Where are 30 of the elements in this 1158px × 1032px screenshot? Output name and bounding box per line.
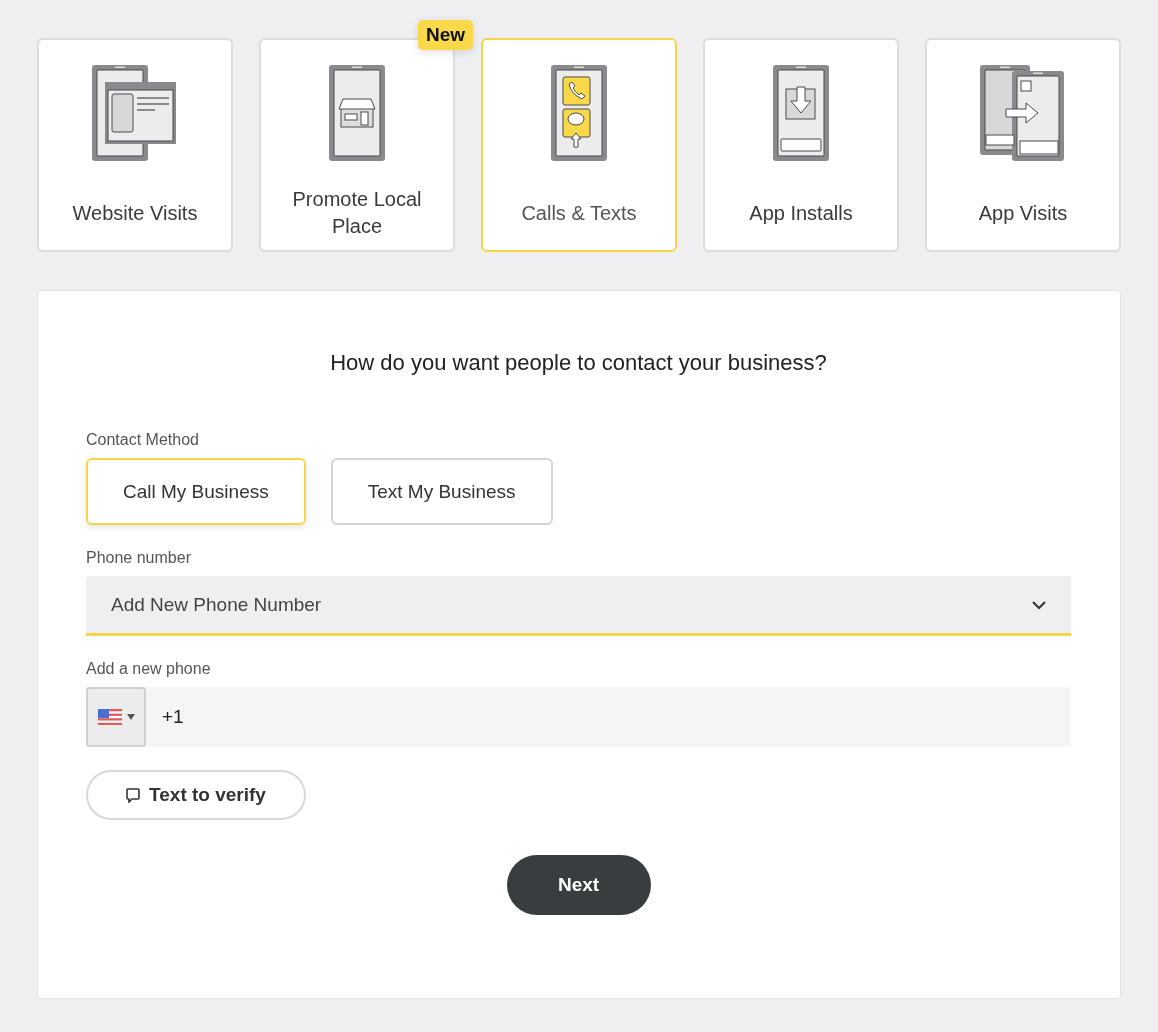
card-label: Calls & Texts [520, 200, 638, 226]
browser-phone-icon [92, 65, 178, 162]
storefront-phone-icon [329, 65, 385, 162]
objective-card[interactable]: App Visits [925, 38, 1121, 252]
objective-card[interactable]: Website Visits [37, 38, 233, 252]
phone-input-field[interactable]: +1 [146, 687, 1071, 747]
objective-card[interactable]: App Installs [703, 38, 899, 252]
card-label: Website Visits [71, 200, 199, 226]
caret-icon [126, 714, 135, 720]
contact-option-button[interactable]: Call My Business [86, 458, 306, 525]
phone-number-dropdown[interactable]: Add New Phone Number [86, 576, 1071, 636]
new-badge: New [417, 20, 473, 50]
card-label: Promote Local Place [291, 187, 423, 239]
download-phone-icon [773, 65, 829, 162]
chat-bubble-icon [126, 787, 141, 803]
objective-card[interactable]: Calls & Texts [481, 38, 677, 252]
chevron-down-icon [1031, 599, 1047, 610]
question-heading: How do you want people to contact your business? [329, 349, 828, 377]
flag-icon [97, 709, 122, 725]
country-picker[interactable] [86, 687, 146, 747]
phone-chat-icon [551, 65, 607, 162]
field-label: Add a new phone [86, 660, 212, 678]
next-button[interactable]: Next [506, 855, 651, 915]
contact-option-button[interactable]: Text My Business [330, 458, 553, 525]
phone-switch-icon [980, 65, 1066, 162]
card-label: App Visits [977, 200, 1069, 226]
card-label: App Installs [748, 200, 854, 226]
field-label: Phone number [86, 549, 192, 567]
text-to-verify-button[interactable]: Text to verify [86, 770, 306, 820]
field-label: Contact Method [86, 431, 200, 449]
